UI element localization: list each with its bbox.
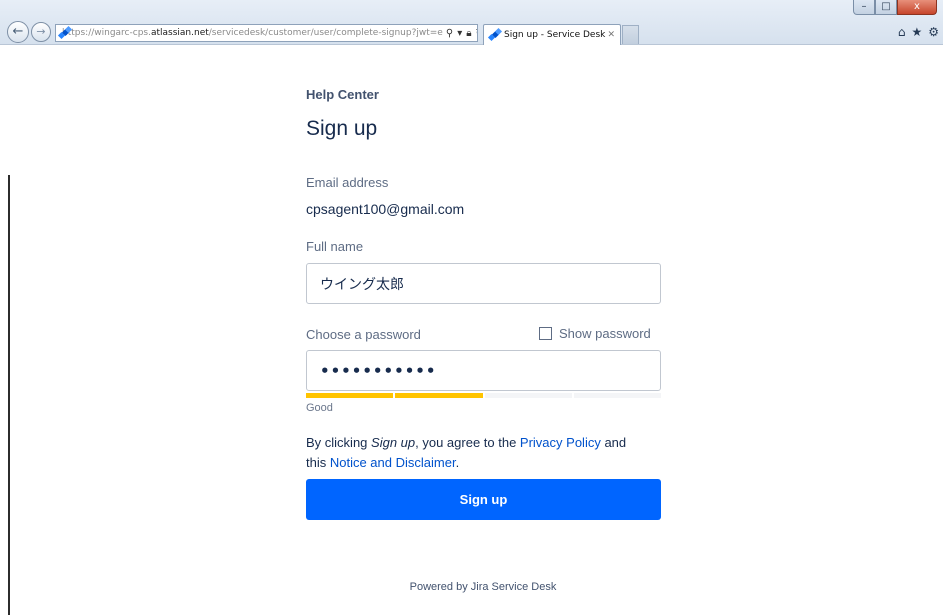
- tab-sign-up[interactable]: Sign up - Service Desk ✕: [483, 24, 621, 45]
- settings-gear-icon[interactable]: ⚙: [928, 25, 939, 39]
- address-tools: ⚲ ▾ 🔒︎ ↻: [442, 27, 477, 39]
- close-tab-icon[interactable]: ✕: [607, 30, 615, 40]
- notice-disclaimer-link[interactable]: Notice and Disclaimer: [330, 455, 456, 470]
- password-label: Choose a password: [306, 327, 421, 342]
- url-prefix: https://wingarc-cps.: [62, 28, 151, 38]
- window-edge-divider: [8, 175, 10, 615]
- privacy-policy-link[interactable]: Privacy Policy: [520, 435, 601, 450]
- url-path: /servicedesk/customer/user/complete-sign…: [208, 28, 443, 38]
- new-tab-button[interactable]: [622, 25, 639, 44]
- maximize-button[interactable]: □: [875, 0, 897, 15]
- full-name-input[interactable]: ウイング太郎: [306, 263, 661, 304]
- email-value: cpsagent100@gmail.com: [306, 201, 465, 217]
- terms-middle: , you agree to the: [415, 435, 520, 450]
- terms-this: this: [306, 455, 330, 470]
- search-icon[interactable]: ⚲: [446, 28, 453, 39]
- terms-and: and: [600, 435, 627, 450]
- help-center-link[interactable]: Help Center: [306, 87, 661, 102]
- show-password-label: Show password: [559, 326, 651, 341]
- back-button[interactable]: ←: [7, 21, 29, 43]
- favorites-star-icon[interactable]: ★: [911, 25, 922, 39]
- tab-title: Sign up - Service Desk: [504, 30, 606, 40]
- home-icon[interactable]: ⌂: [898, 25, 906, 39]
- password-strength-meter: [306, 393, 661, 398]
- window-controls: – □ x: [853, 0, 937, 15]
- powered-by-footer: Powered by Jira Service Desk: [409, 581, 557, 593]
- refresh-icon[interactable]: ↻: [476, 28, 477, 39]
- jira-logo-icon: [487, 27, 503, 41]
- browser-chrome: – □ x ← → https://wingarc-cps. atlassian.…: [0, 0, 943, 45]
- strength-segment: [395, 393, 483, 398]
- arrow-left-icon: ←: [12, 24, 24, 39]
- page-title: Sign up: [306, 117, 378, 140]
- dropdown-arrow-icon[interactable]: ▾: [457, 28, 462, 39]
- minimize-button[interactable]: –: [853, 0, 875, 15]
- password-input[interactable]: •••••••••••: [306, 350, 661, 391]
- close-window-button[interactable]: x: [897, 0, 937, 15]
- sign-up-button[interactable]: Sign up: [306, 479, 661, 520]
- strength-segment: [484, 393, 572, 398]
- strength-segment: [573, 393, 661, 398]
- show-password-checkbox[interactable]: [539, 327, 552, 340]
- show-password-toggle[interactable]: Show password: [539, 326, 651, 341]
- lock-icon[interactable]: 🔒︎: [466, 28, 471, 39]
- forward-button[interactable]: →: [31, 22, 51, 42]
- terms-text: By clicking Sign up, you agree to the Pr…: [306, 433, 666, 473]
- terms-suffix: .: [455, 455, 460, 470]
- url-domain: atlassian.net: [150, 28, 209, 38]
- arrow-right-icon: →: [36, 25, 46, 38]
- full-name-label: Full name: [306, 239, 364, 254]
- address-bar[interactable]: https://wingarc-cps. atlassian.net/servic…: [55, 24, 478, 42]
- strength-segment: [306, 393, 394, 398]
- browser-toolbar-right: ⌂ ★ ⚙: [898, 25, 939, 39]
- email-label: Email address: [306, 175, 389, 190]
- terms-action: Sign up: [371, 435, 416, 450]
- signup-header: Help Center Sign up: [306, 87, 661, 141]
- password-strength-label: Good: [306, 402, 333, 414]
- terms-prefix: By clicking: [306, 435, 372, 450]
